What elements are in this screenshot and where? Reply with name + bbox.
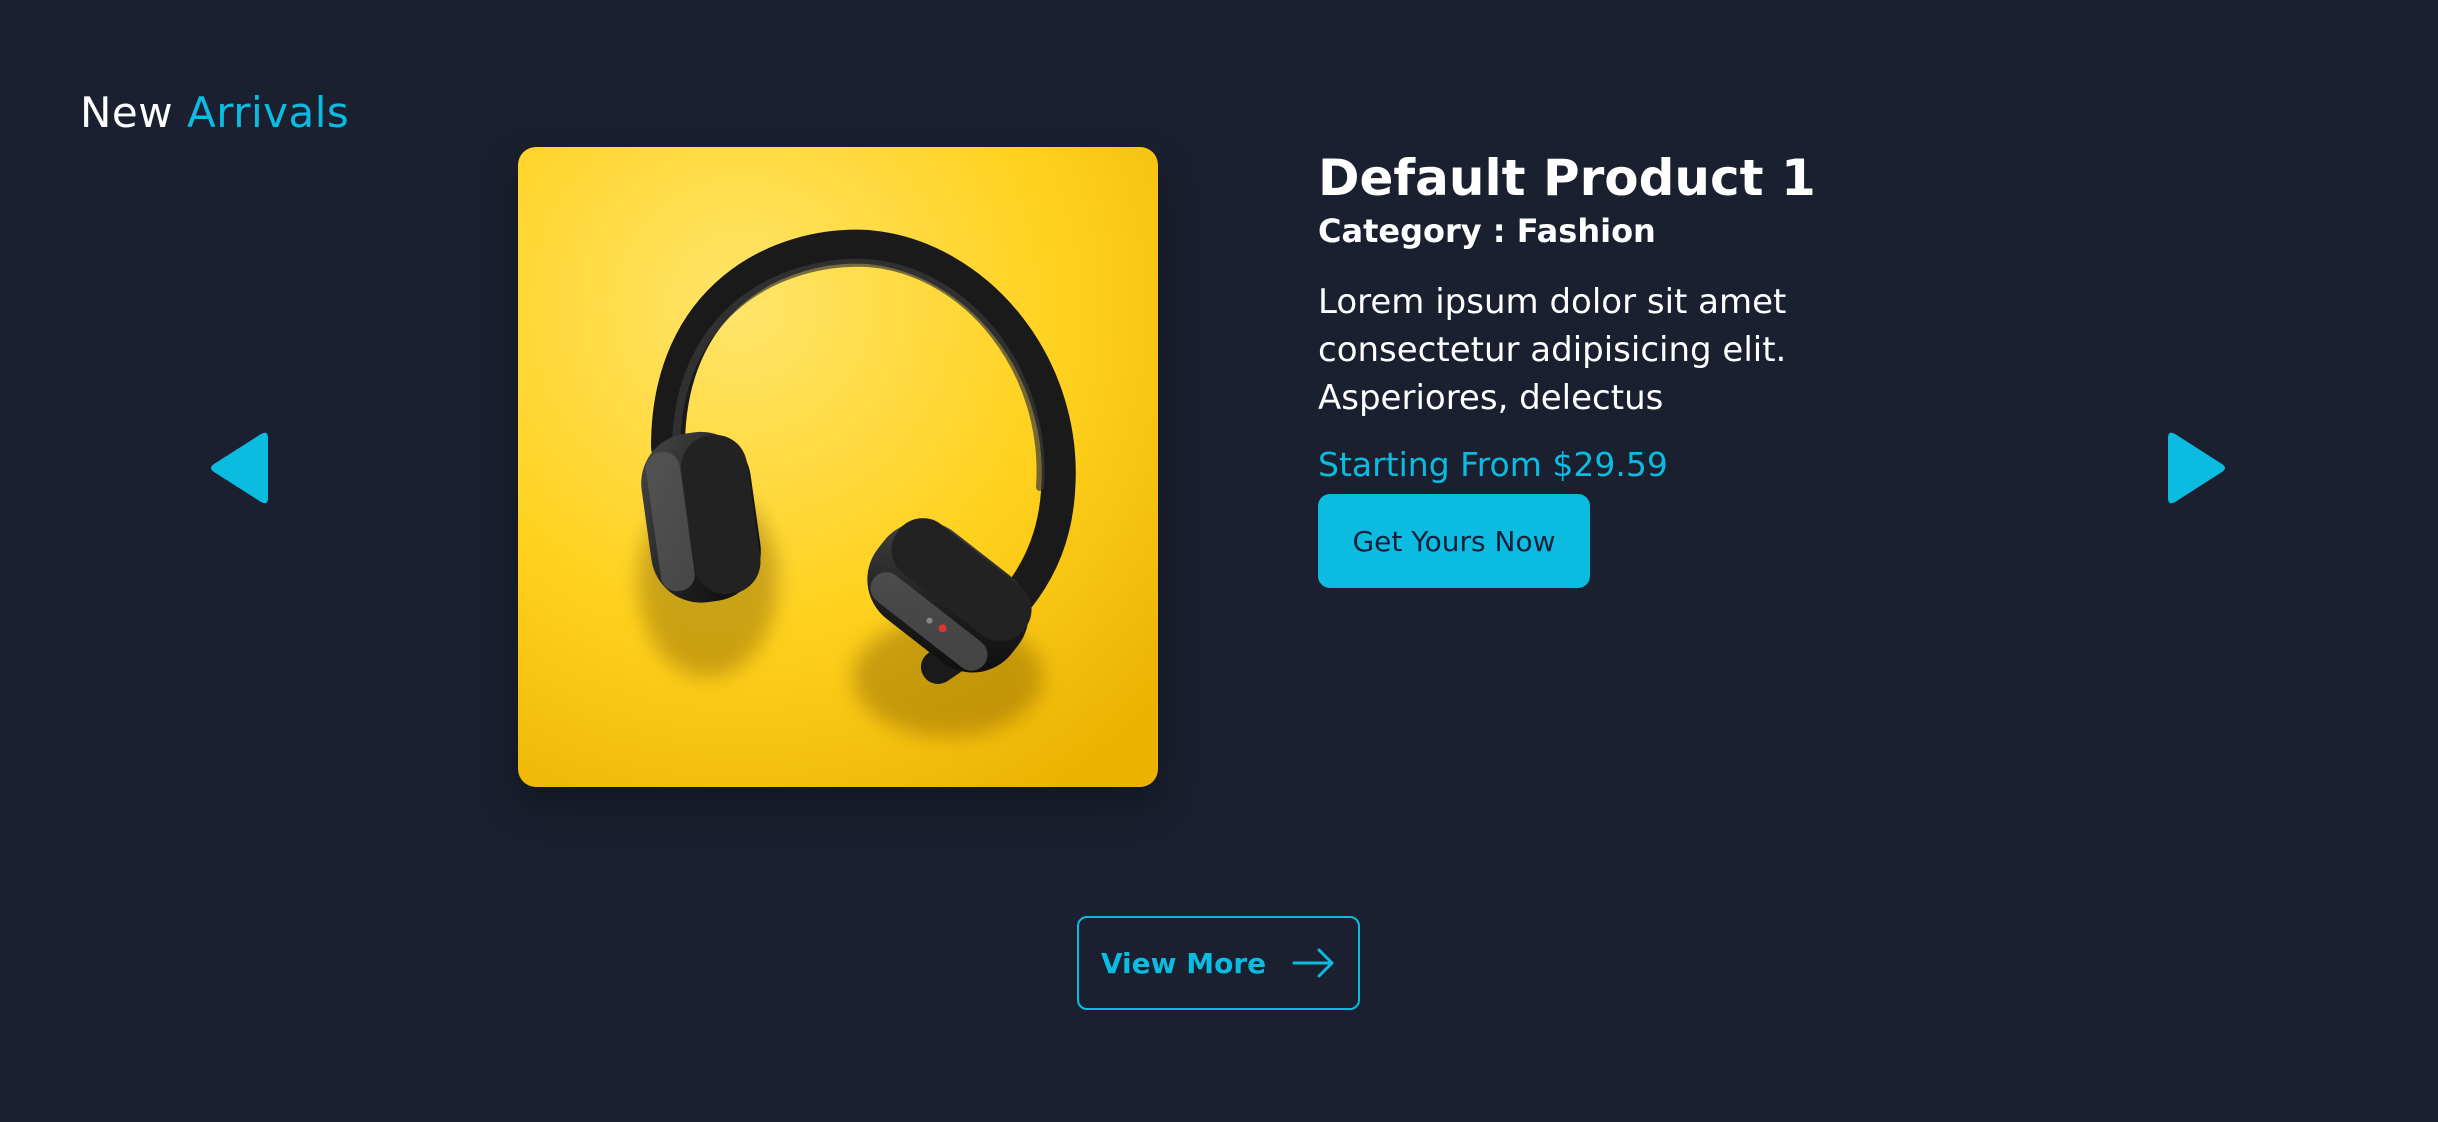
view-more-label: View More xyxy=(1100,946,1267,980)
triangle-right-icon xyxy=(2168,432,2225,504)
product-price: Starting From $29.59 xyxy=(1318,445,1668,484)
product-info: Default Product 1 Category : Fashion Lor… xyxy=(1318,146,2018,588)
get-yours-now-button[interactable]: Get Yours Now xyxy=(1318,494,1590,588)
section-title: New Arrivals xyxy=(80,88,349,137)
view-more-button[interactable]: View More xyxy=(1077,916,1360,1010)
triangle-left-icon xyxy=(211,432,268,504)
product-category: Category : Fashion xyxy=(1318,212,1656,250)
product-image xyxy=(518,147,1158,787)
headphones-image xyxy=(518,147,1158,787)
prev-slide-button[interactable] xyxy=(206,428,276,508)
product-description: Lorem ipsum dolor sit amet consectetur a… xyxy=(1318,282,1787,418)
next-slide-button[interactable] xyxy=(2160,428,2230,508)
section-title-word2: Arrivals xyxy=(186,88,350,137)
section-title-word1: New xyxy=(80,88,174,137)
arrow-right-icon xyxy=(1292,948,1334,978)
new-arrivals-page: New Arrivals Default Product 1 Category … xyxy=(0,0,2438,1122)
product-name: Default Product 1 xyxy=(1318,149,1816,207)
